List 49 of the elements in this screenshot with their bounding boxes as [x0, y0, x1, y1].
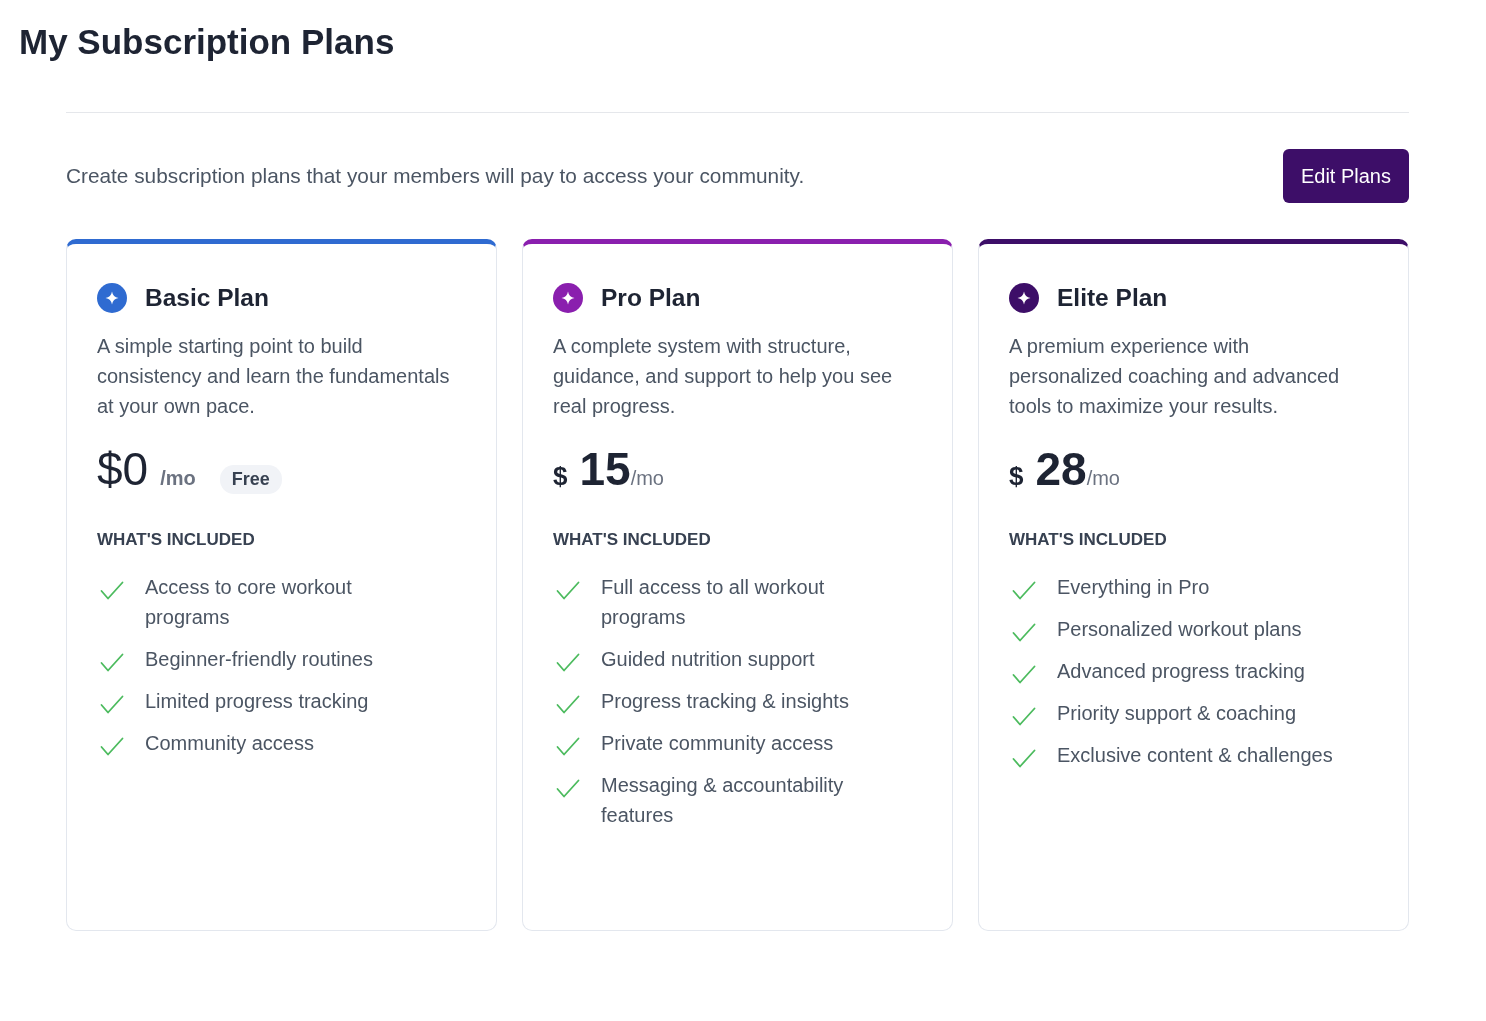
price-currency: $ [553, 461, 568, 492]
edit-plans-button[interactable]: Edit Plans [1282, 149, 1409, 203]
price-amount: $0 [97, 442, 149, 497]
plan-name: Elite Plan [1057, 283, 1168, 313]
feature-text: Messaging & accountability features [601, 773, 845, 828]
check-icon [100, 695, 124, 715]
feature-text: Priority support & coaching [1057, 701, 1296, 726]
feature-text: Advanced progress tracking [1057, 659, 1305, 684]
feature-text: Private community access [601, 731, 834, 756]
price-currency: $ [1009, 461, 1024, 492]
features-heading: WHAT'S INCLUDED [1009, 529, 1168, 551]
feature-text: Community access [145, 731, 314, 756]
check-icon [1012, 623, 1036, 643]
feature-text: Guided nutrition support [601, 647, 815, 672]
plan-name: Pro Plan [601, 283, 701, 313]
check-icon [556, 695, 580, 715]
plan-description: A premium experience with personalized coaching and advanced tools to maximize your results. [1009, 334, 1341, 419]
feature-text: Progress tracking & insights [601, 689, 849, 714]
feature-text: Everything in Pro [1057, 575, 1210, 600]
features-heading: WHAT'S INCLUDED [97, 529, 256, 551]
check-icon [556, 581, 580, 601]
plan-name: Basic Plan [145, 283, 269, 313]
check-icon [556, 653, 580, 673]
features-heading: WHAT'S INCLUDED [553, 529, 712, 551]
feature-text: Exclusive content & challenges [1057, 743, 1333, 768]
price-period: /mo [1086, 467, 1120, 490]
check-icon [100, 737, 124, 757]
check-icon [556, 737, 580, 757]
price-period: /mo [630, 467, 664, 490]
feature-text: Full access to all workout programs [601, 575, 826, 630]
plan-description: A simple starting point to build consistency and learn the fundamentals at your own pace. [97, 334, 451, 419]
check-icon [1012, 749, 1036, 769]
check-icon [1012, 665, 1036, 685]
price-amount: 28 [1035, 442, 1087, 497]
page-title: My Subscription Plans [19, 21, 395, 63]
check-icon [1012, 707, 1036, 727]
free-badge: Free [219, 465, 282, 494]
feature-text: Personalized workout plans [1057, 617, 1302, 642]
price-amount: 15 [579, 442, 631, 497]
price-period: /mo [160, 467, 196, 490]
feature-text: Limited progress tracking [145, 689, 369, 714]
plan-description: A complete system with structure, guidance, and support to help you see real progress. [553, 334, 894, 419]
feature-text: Beginner-friendly routines [145, 647, 373, 672]
check-icon [556, 779, 580, 799]
check-icon [100, 581, 124, 601]
feature-text: Access to core workout programs [145, 575, 353, 630]
intro-text: Create subscription plans that your members will pay to access your community. [66, 164, 805, 188]
check-icon [100, 653, 124, 673]
check-icon [1012, 581, 1036, 601]
